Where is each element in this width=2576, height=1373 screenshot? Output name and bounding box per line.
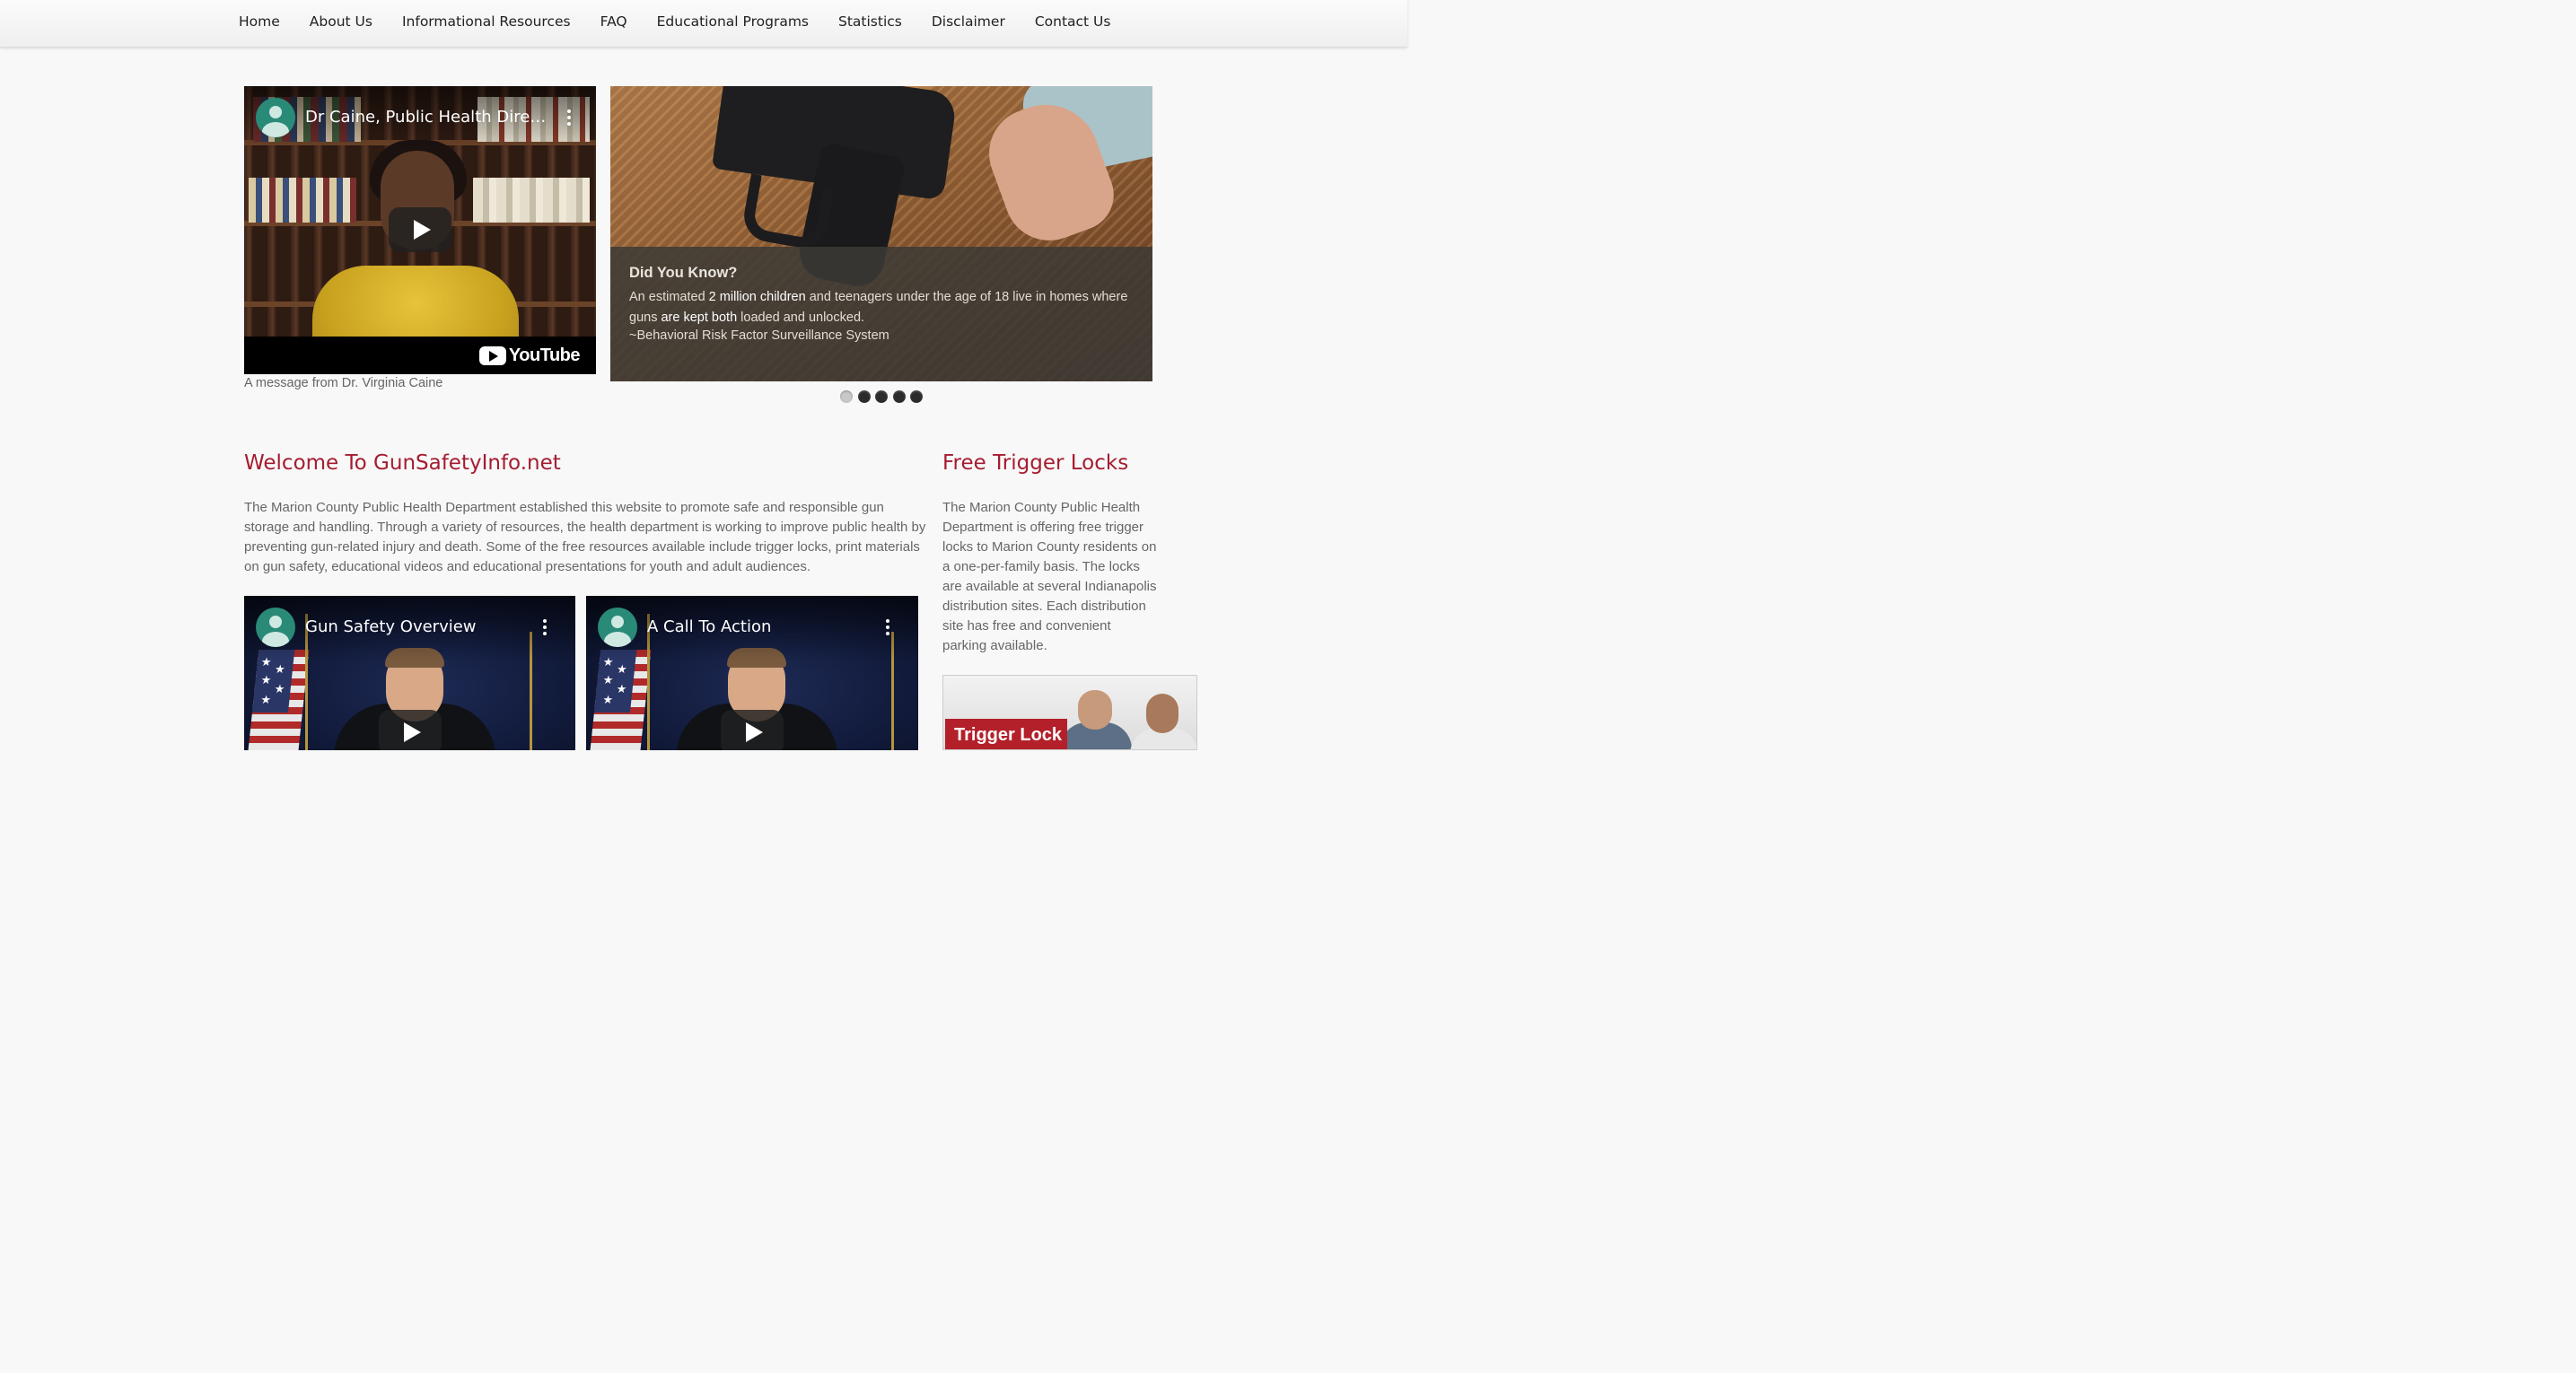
slide-heading: Did You Know? — [629, 265, 738, 281]
nav-item-informational-resources[interactable]: Informational Resources — [402, 0, 571, 43]
more-options-icon[interactable] — [885, 619, 890, 637]
nav-item-home[interactable]: Home — [239, 0, 280, 43]
slider-pagination — [840, 390, 928, 403]
nav-item-disclaimer[interactable]: Disclaimer — [932, 0, 1005, 43]
play-button[interactable] — [721, 710, 784, 750]
top-nav: Home About Us Informational Resources FA… — [0, 0, 1407, 48]
slide-caption: Did You Know? An estimated 2 million chi… — [610, 247, 1152, 381]
channel-avatar[interactable] — [598, 608, 637, 647]
channel-avatar[interactable] — [256, 98, 295, 137]
video-title[interactable]: Dr Caine, Public Health Direct... — [305, 108, 553, 127]
youtube-wordmark: YouTube — [508, 345, 581, 365]
nav-item-faq[interactable]: FAQ — [600, 0, 627, 43]
slider-dot-3[interactable] — [875, 390, 888, 403]
slide-source: ~Behavioral Risk Factor Surveillance Sys… — [629, 328, 889, 343]
channel-avatar[interactable] — [256, 608, 295, 647]
trigger-locks-heading: Free Trigger Locks — [942, 451, 1129, 475]
trigger-lock-thumbnail[interactable]: Trigger Lock — [942, 675, 1197, 750]
video-title[interactable]: A Call To Action — [647, 617, 875, 636]
welcome-heading: Welcome To GunSafetyInfo.net — [244, 451, 561, 475]
image-slider[interactable]: Did You Know? An estimated 2 million chi… — [610, 86, 1152, 381]
gun-safety-overview-video[interactable]: ★ ★ ★ ★ ★ Gun Safety Overview — [244, 596, 575, 750]
call-to-action-video[interactable]: ★ ★ ★ ★ ★ A Call To Action — [586, 596, 918, 750]
youtube-logo[interactable]: YouTube — [478, 345, 581, 366]
video-title[interactable]: Gun Safety Overview — [305, 617, 532, 636]
more-options-icon[interactable] — [542, 619, 548, 637]
slider-dot-2[interactable] — [857, 390, 871, 403]
trigger-locks-text: The Marion County Public Health Departme… — [942, 500, 1157, 653]
video-caption: A message from Dr. Virginia Caine — [244, 376, 443, 390]
play-button[interactable] — [379, 710, 442, 750]
more-options-icon[interactable] — [566, 109, 572, 127]
slider-dot-4[interactable] — [892, 390, 906, 403]
nav-item-about-us[interactable]: About Us — [310, 0, 372, 43]
nav-item-contact-us[interactable]: Contact Us — [1035, 0, 1111, 43]
nav-item-educational-programs[interactable]: Educational Programs — [657, 0, 809, 43]
nav-item-statistics[interactable]: Statistics — [838, 0, 902, 43]
slide-text: An estimated 2 million children and teen… — [629, 290, 1128, 325]
play-button[interactable] — [389, 207, 451, 252]
slider-dot-1[interactable] — [840, 390, 853, 403]
trigger-lock-label: Trigger Lock — [945, 719, 1067, 749]
nav-list: Home About Us Informational Resources FA… — [239, 0, 1140, 43]
hero-video-player[interactable]: Dr Caine, Public Health Direct... YouTub… — [244, 86, 596, 374]
youtube-icon — [478, 346, 506, 365]
slider-dot-5[interactable] — [910, 390, 923, 403]
welcome-text: The Marion County Public Health Departme… — [244, 500, 926, 574]
